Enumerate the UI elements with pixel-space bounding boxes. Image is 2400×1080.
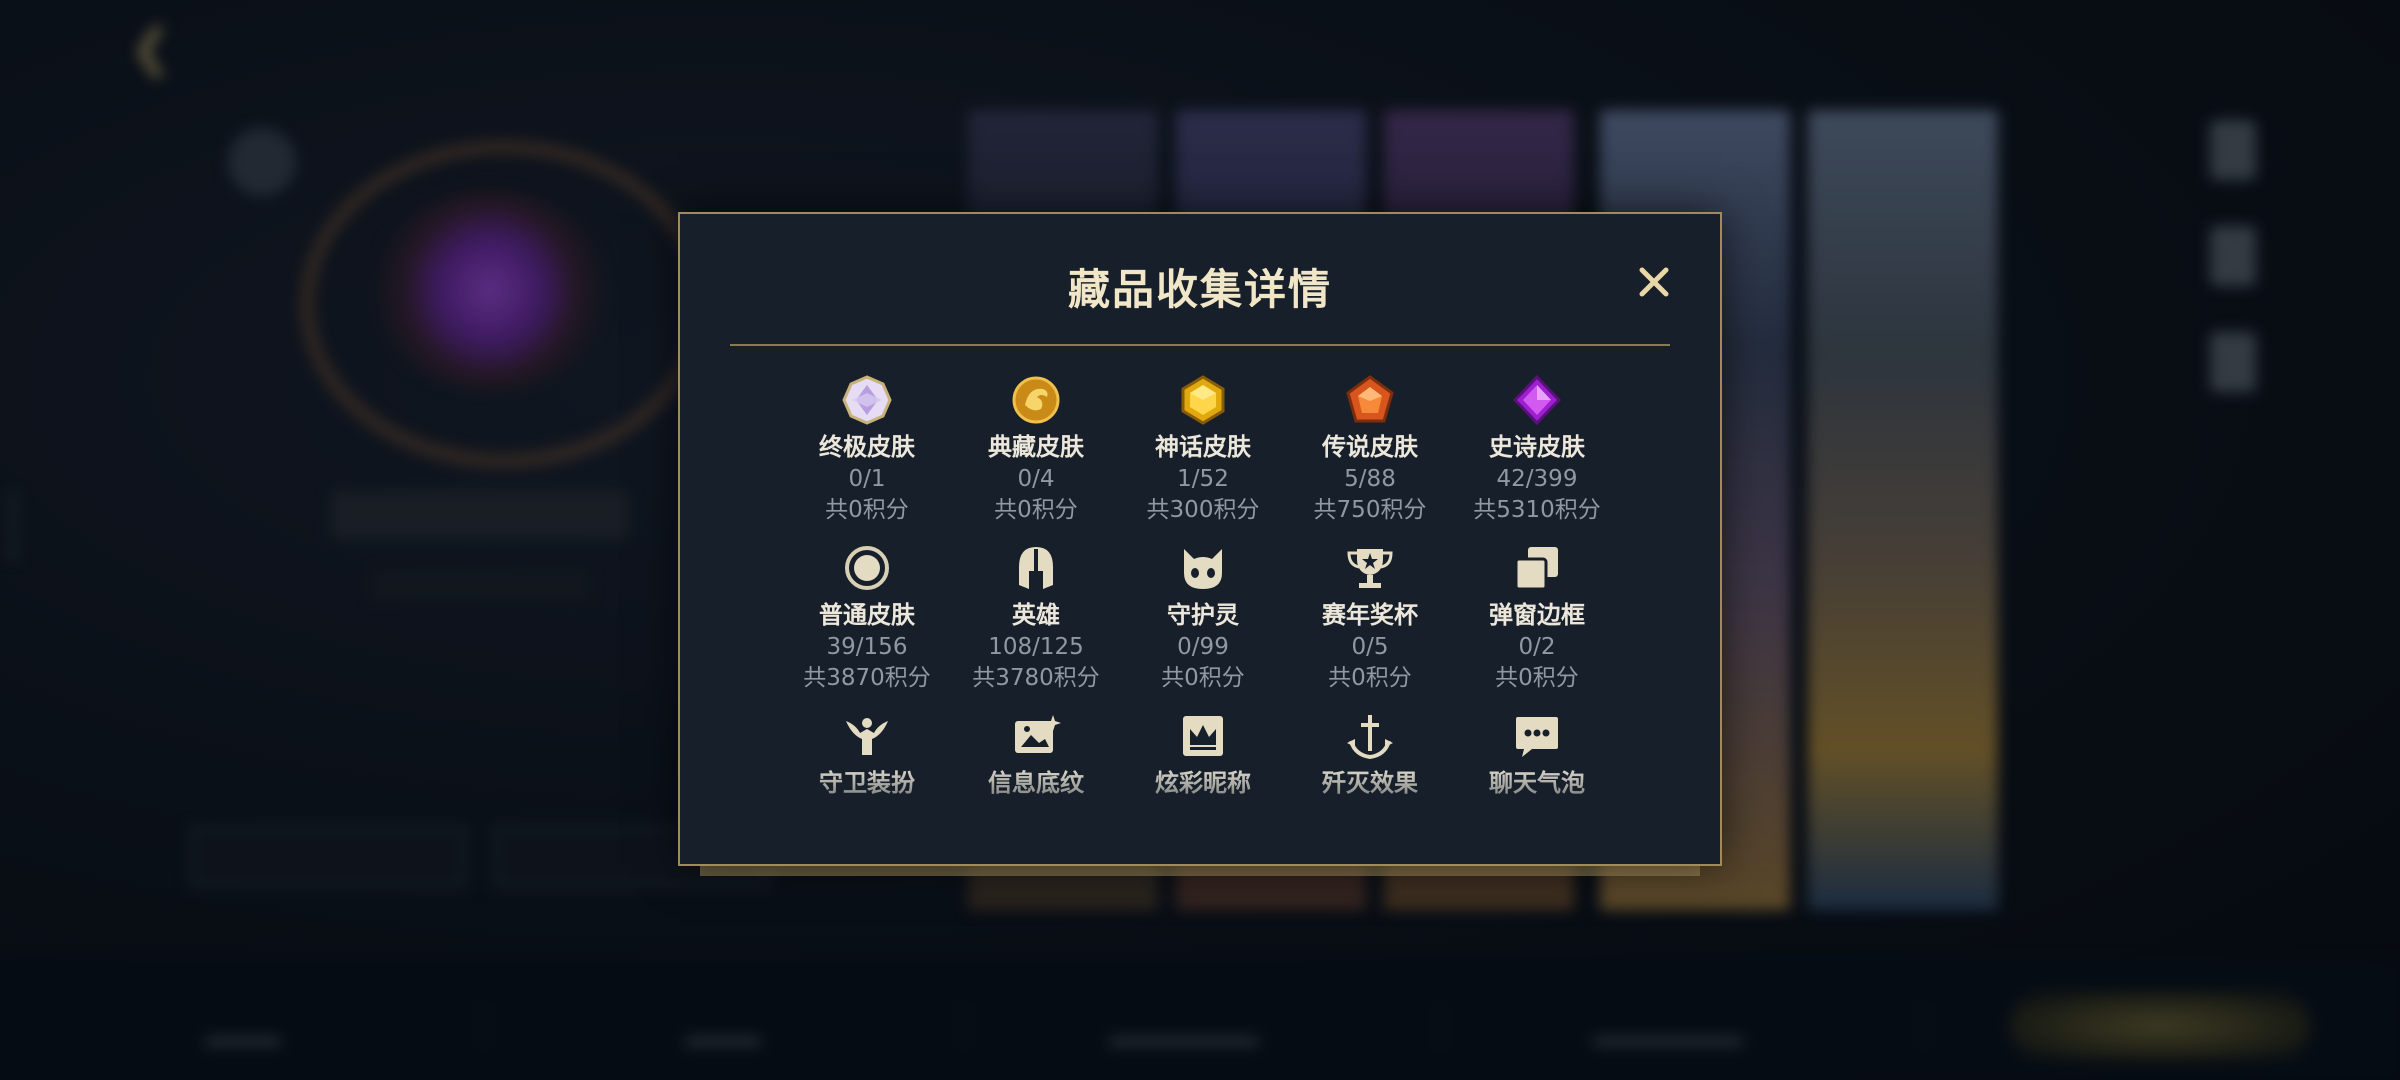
frame-stack-icon [1511,542,1563,594]
item-name: 弹窗边框 [1489,601,1585,629]
item-name: 赛年奖杯 [1322,601,1418,629]
item-points: 共0积分 [1161,665,1245,691]
collection-item-ultimate[interactable]: 终极皮肤 0/1 共0积分 [782,374,952,526]
mythic-gem-icon [1177,374,1229,426]
item-count: 0/99 [1177,634,1229,660]
item-count: 1/52 [1177,466,1229,492]
item-name: 典藏皮肤 [988,433,1084,461]
guardian-face-icon [1177,542,1229,594]
collection-item-heroes[interactable]: 英雄 108/125 共3780积分 [951,542,1121,694]
trophy-icon [1344,542,1396,594]
collection-details-dialog: 藏品收集详情 终极皮肤 0/1 共0积分 典藏皮肤 0/4 共0积分 神话皮肤 … [678,212,1722,866]
collection-item-popup-frame[interactable]: 弹窗边框 0/2 共0积分 [1452,542,1622,694]
item-name: 信息底纹 [988,769,1084,797]
item-count: 0/1 [848,466,886,492]
item-name: 守护灵 [1167,601,1239,629]
collection-item-legendary[interactable]: 传说皮肤 5/88 共750积分 [1285,374,1455,526]
item-name: 终极皮肤 [819,433,915,461]
item-name: 英雄 [1012,601,1060,629]
collection-item-season-trophy[interactable]: 赛年奖杯 0/5 共0积分 [1285,542,1455,694]
common-ring-icon [841,542,893,594]
crown-banner-icon [1177,710,1229,762]
helmet-icon [1010,542,1062,594]
item-name: 歼灭效果 [1322,769,1418,797]
item-count: 5/88 [1344,466,1396,492]
item-count: 0/5 [1351,634,1389,660]
collection-item-epic[interactable]: 史诗皮肤 42/399 共5310积分 [1452,374,1622,526]
collection-item-prestige[interactable]: 典藏皮肤 0/4 共0积分 [951,374,1121,526]
item-name: 史诗皮肤 [1489,433,1585,461]
chat-bubble-icon [1511,710,1563,762]
collection-item-chat-bubble[interactable]: 聊天气泡 [1452,710,1622,800]
item-count: 42/399 [1496,466,1578,492]
close-icon [1639,267,1669,297]
collection-item-colorful-nickname[interactable]: 炫彩昵称 [1118,710,1288,800]
collection-item-info-banner[interactable]: 信息底纹 [951,710,1121,800]
collection-item-ward-skin[interactable]: 守卫装扮 [782,710,952,800]
item-points: 共0积分 [1495,665,1579,691]
dragon-medal-icon [1010,374,1062,426]
ultimate-gem-icon [841,374,893,426]
card-sparkle-icon [1010,710,1062,762]
item-count: 0/2 [1518,634,1556,660]
item-count: 39/156 [826,634,908,660]
item-name: 炫彩昵称 [1155,769,1251,797]
item-name: 普通皮肤 [819,601,915,629]
item-name: 传说皮肤 [1322,433,1418,461]
ward-icon [841,710,893,762]
collection-item-kill-effect[interactable]: 歼灭效果 [1285,710,1455,800]
item-name: 守卫装扮 [819,769,915,797]
collection-item-guardian[interactable]: 守护灵 0/99 共0积分 [1118,542,1288,694]
item-points: 共3870积分 [803,665,931,691]
item-name: 聊天气泡 [1489,769,1585,797]
close-button[interactable] [1632,260,1676,304]
legendary-gem-icon [1344,374,1396,426]
item-points: 共300积分 [1146,497,1260,523]
item-name: 神话皮肤 [1155,433,1251,461]
title-divider [730,344,1670,346]
anchor-sword-icon [1344,710,1396,762]
item-points: 共750积分 [1313,497,1427,523]
item-points: 共0积分 [1328,665,1412,691]
collection-item-grid: 终极皮肤 0/1 共0积分 典藏皮肤 0/4 共0积分 神话皮肤 1/52 共3… [680,374,1720,844]
item-points: 共5310积分 [1473,497,1601,523]
dialog-title: 藏品收集详情 [1067,265,1332,314]
epic-gem-icon [1511,374,1563,426]
modal-footer-bar [700,866,1700,876]
item-points: 共0积分 [825,497,909,523]
item-count: 108/125 [988,634,1084,660]
item-count: 0/4 [1017,466,1055,492]
item-points: 共0积分 [994,497,1078,523]
collection-item-mythic[interactable]: 神话皮肤 1/52 共300积分 [1118,374,1288,526]
item-points: 共3780积分 [972,665,1100,691]
collection-item-common[interactable]: 普通皮肤 39/156 共3870积分 [782,542,952,694]
